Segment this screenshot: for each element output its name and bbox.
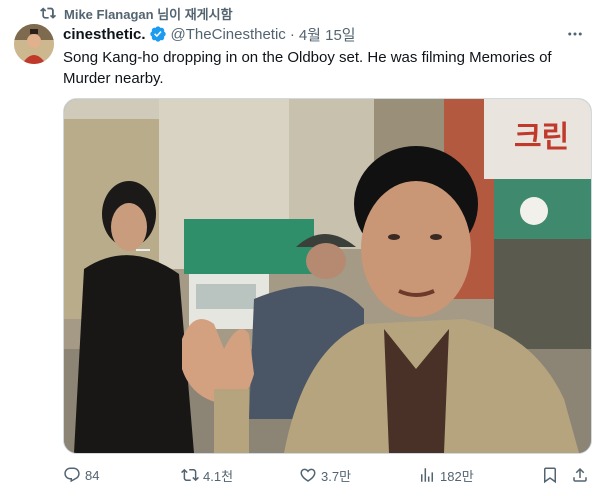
share-button[interactable] (571, 466, 589, 484)
author-display-name[interactable]: cinesthetic. (63, 26, 146, 43)
header-separator: · (289, 25, 295, 43)
reply-button[interactable]: 84 (63, 466, 99, 484)
tweet-text: Song Kang-ho dropping in on the Oldboy s… (63, 49, 552, 87)
bookmark-icon (544, 467, 556, 484)
repost-count: 4.1천 (203, 468, 234, 484)
shop-sign-text: 크린 (514, 120, 569, 155)
reply-icon (64, 467, 80, 483)
repost-icon (40, 7, 56, 19)
more-options-button[interactable] (564, 24, 586, 44)
repost-indicator[interactable]: Mike Flanagan 님이 재게시함 (40, 4, 233, 22)
more-options-icon (568, 32, 582, 36)
tweet-actions-bar: 84 4.1천 3.7만 182만 (63, 462, 590, 488)
like-count: 3.7만 (321, 468, 352, 484)
avatar[interactable] (14, 24, 54, 64)
repost-button[interactable]: 4.1천 (181, 466, 233, 485)
author-handle[interactable]: @TheCinesthetic (171, 26, 286, 43)
bookmark-button[interactable] (541, 466, 559, 484)
like-button[interactable]: 3.7만 (299, 466, 351, 485)
share-icon (573, 467, 587, 482)
repost-icon (181, 468, 199, 482)
tweet-media-photo[interactable]: 크린 (63, 98, 592, 454)
post-timestamp[interactable]: 4월 15일 (299, 24, 356, 45)
views-count: 182만 (440, 468, 474, 484)
tweet-header: cinesthetic. @TheCinesthetic · 4월 15일 (63, 24, 356, 44)
verified-badge-icon[interactable] (149, 25, 167, 43)
reply-count: 84 (85, 467, 100, 483)
heart-icon (300, 468, 316, 482)
avatar-image (14, 24, 54, 64)
views-button[interactable]: 182만 (418, 466, 474, 485)
analytics-icon (421, 468, 433, 482)
photo-street-scene: 크린 (64, 99, 591, 453)
repost-label[interactable]: Mike Flanagan 님이 재게시함 (64, 4, 233, 23)
